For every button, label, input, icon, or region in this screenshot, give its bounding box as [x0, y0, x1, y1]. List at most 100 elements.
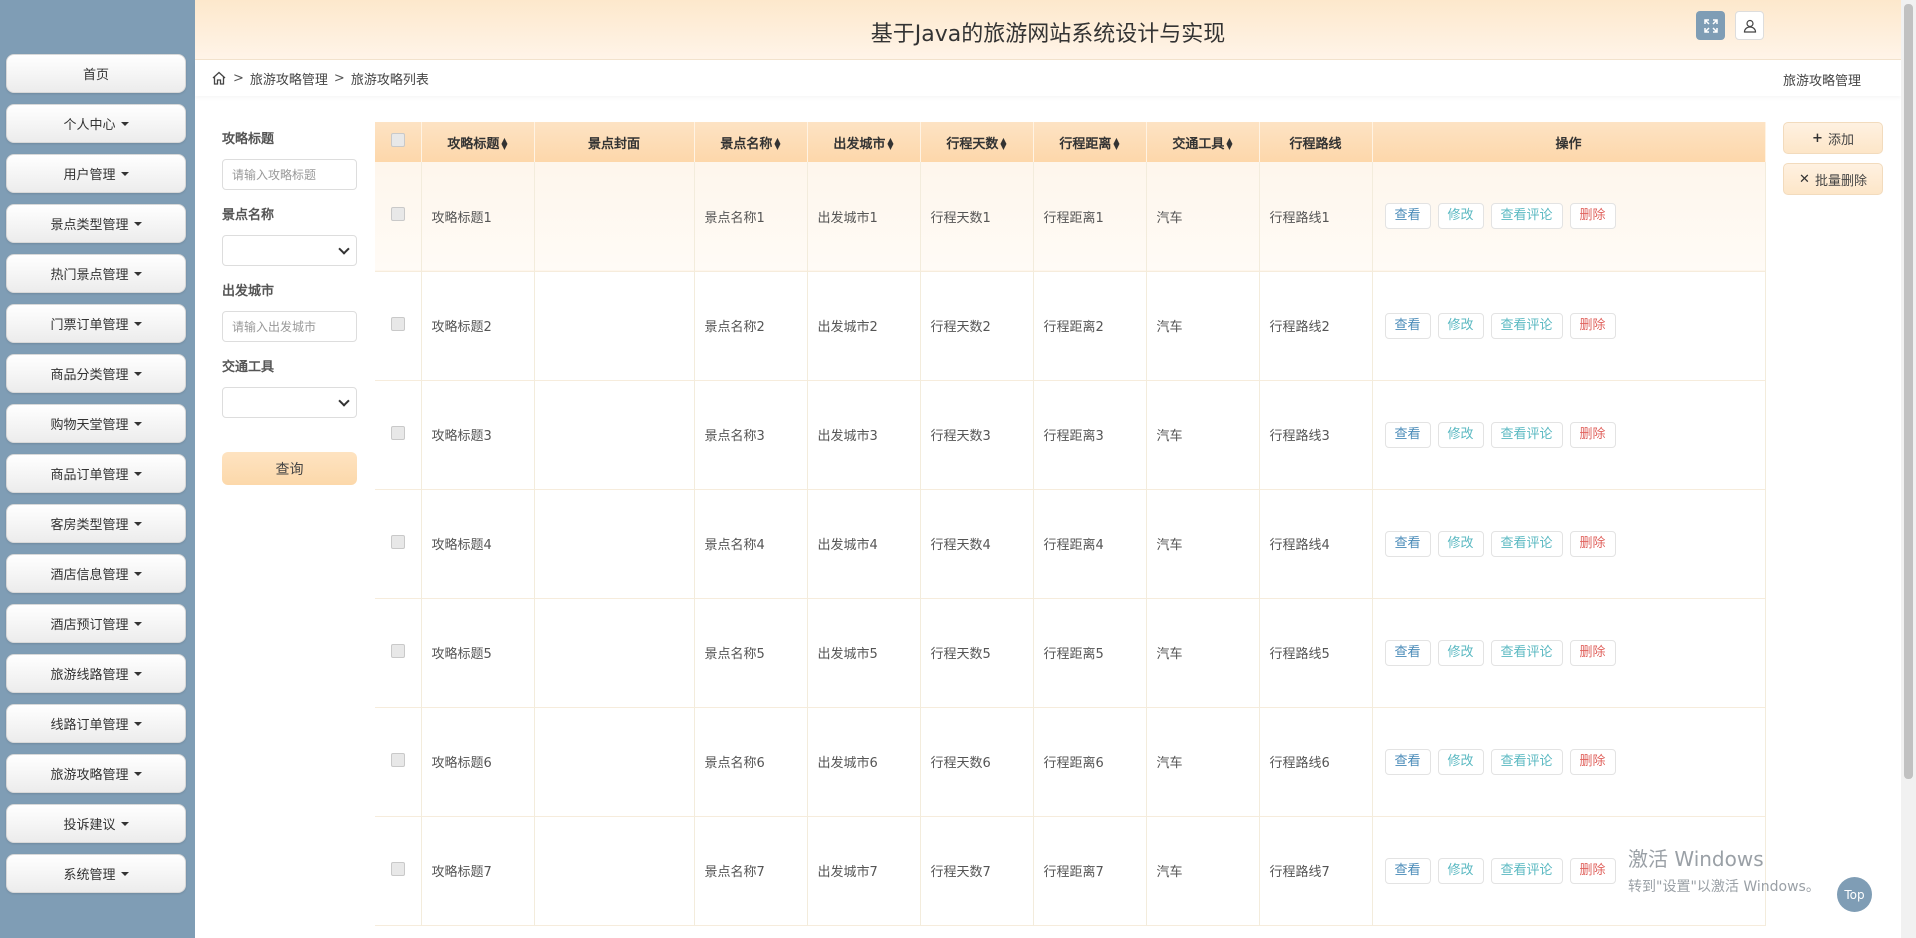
col-distance[interactable]: 行程距离 ▲ ▼ [1033, 122, 1147, 162]
spot-select[interactable] [222, 235, 357, 266]
sidebar-item[interactable]: 首页 [6, 54, 186, 93]
view-comments-button[interactable]: 查看评论 [1490, 421, 1563, 448]
sidebar-item[interactable]: 门票订单管理 [6, 304, 186, 343]
table-cell: 行程天数5 [920, 598, 1034, 707]
view-button[interactable]: 查看 [1384, 639, 1431, 666]
strategy-table: 攻略标题 ▲ ▼ 景点封面 景点名称 ▲ ▼ 出发城市 ▲ ▼ 行程天数 ▲ ▼ 行程距离 ▲ ▼ … [375, 122, 1766, 926]
col-spot[interactable]: 景点名称 ▲ ▼ [694, 122, 808, 162]
sidebar-item[interactable]: 系统管理 [6, 854, 186, 893]
edit-button[interactable]: 修改 [1437, 421, 1484, 448]
back-to-top-button[interactable]: Top [1837, 877, 1872, 912]
sort-icon: ▲ ▼ [1113, 136, 1120, 151]
sidebar-item[interactable]: 旅游线路管理 [6, 654, 186, 693]
col-route: 行程路线 [1259, 122, 1373, 162]
row-checkbox[interactable] [375, 271, 422, 380]
table-cell: 出发城市1 [807, 162, 921, 271]
row-checkbox[interactable] [375, 489, 422, 598]
breadcrumb-level1[interactable]: 旅游攻略管理 [250, 69, 328, 88]
row-actions: 查看 修改 查看评论 删除 [1372, 598, 1766, 707]
view-button[interactable]: 查看 [1384, 857, 1431, 884]
sidebar-item[interactable]: 景点类型管理 [6, 204, 186, 243]
row-actions: 查看 修改 查看评论 删除 [1372, 489, 1766, 598]
view-button[interactable]: 查看 [1384, 203, 1431, 230]
table-cell: 汽车 [1146, 707, 1260, 816]
user-button[interactable] [1735, 11, 1764, 40]
sidebar-item[interactable]: 商品订单管理 [6, 454, 186, 493]
table-cell: 行程距离5 [1033, 598, 1147, 707]
page-scrollbar[interactable] [1901, 0, 1916, 938]
view-button[interactable]: 查看 [1384, 312, 1431, 339]
table-cell: 行程天数2 [920, 271, 1034, 380]
sidebar-item[interactable]: 热门景点管理 [6, 254, 186, 293]
delete-button[interactable]: 删除 [1569, 203, 1616, 230]
sidebar-item[interactable]: 旅游攻略管理 [6, 754, 186, 793]
scrollbar-thumb[interactable] [1904, 4, 1913, 779]
sidebar-item[interactable]: 用户管理 [6, 154, 186, 193]
sidebar-item[interactable]: 酒店预订管理 [6, 604, 186, 643]
home-icon[interactable] [211, 70, 227, 86]
view-button[interactable]: 查看 [1384, 421, 1431, 448]
select-all-checkbox[interactable] [375, 122, 422, 162]
sidebar-item[interactable]: 投诉建议 [6, 804, 186, 843]
row-checkbox[interactable] [375, 162, 422, 271]
col-title[interactable]: 攻略标题 ▲ ▼ [421, 122, 535, 162]
table-row: 攻略标题5 景点名称5 出发城市5 行程天数5 行程距离5 汽车 行程路线5 查看 修改 查看评论… [375, 598, 1766, 707]
view-comments-button[interactable]: 查看评论 [1490, 312, 1563, 339]
edit-button[interactable]: 修改 [1437, 530, 1484, 557]
table-cell: 汽车 [1146, 816, 1260, 925]
view-comments-button[interactable]: 查看评论 [1490, 857, 1563, 884]
row-actions: 查看 修改 查看评论 删除 [1372, 271, 1766, 380]
sidebar-item-label: 旅游攻略管理 [50, 768, 129, 783]
batch-delete-button[interactable]: ✕ 批量删除 [1783, 163, 1883, 195]
sort-icon: ▲ ▼ [887, 136, 894, 151]
view-comments-button[interactable]: 查看评论 [1490, 530, 1563, 557]
city-search-input[interactable] [222, 311, 357, 342]
fullscreen-button[interactable] [1696, 11, 1725, 40]
sidebar-item[interactable]: 商品分类管理 [6, 354, 186, 393]
delete-button[interactable]: 删除 [1569, 748, 1616, 775]
row-checkbox[interactable] [375, 380, 422, 489]
delete-button[interactable]: 删除 [1569, 421, 1616, 448]
view-comments-button[interactable]: 查看评论 [1490, 203, 1563, 230]
table-cell: 出发城市6 [807, 707, 921, 816]
row-checkbox[interactable] [375, 598, 422, 707]
edit-button[interactable]: 修改 [1437, 857, 1484, 884]
view-button[interactable]: 查看 [1384, 530, 1431, 557]
row-actions: 查看 修改 查看评论 删除 [1372, 162, 1766, 271]
delete-button[interactable]: 删除 [1569, 639, 1616, 666]
col-transport[interactable]: 交通工具 ▲ ▼ [1146, 122, 1260, 162]
add-button[interactable]: + 添加 [1783, 122, 1883, 154]
delete-button[interactable]: 删除 [1569, 312, 1616, 339]
edit-button[interactable]: 修改 [1437, 748, 1484, 775]
delete-button[interactable]: 删除 [1569, 530, 1616, 557]
table-cell: 行程距离1 [1033, 162, 1147, 271]
view-comments-button[interactable]: 查看评论 [1490, 639, 1563, 666]
row-actions: 查看 修改 查看评论 删除 [1372, 707, 1766, 816]
search-panel: 攻略标题 景点名称 出发城市 交通工具 查询 [222, 128, 357, 485]
delete-button[interactable]: 删除 [1569, 857, 1616, 884]
view-button[interactable]: 查看 [1384, 748, 1431, 775]
edit-button[interactable]: 修改 [1437, 203, 1484, 230]
col-city[interactable]: 出发城市 ▲ ▼ [807, 122, 921, 162]
sidebar-item[interactable]: 客房类型管理 [6, 504, 186, 543]
col-days[interactable]: 行程天数 ▲ ▼ [920, 122, 1034, 162]
sidebar-item[interactable]: 酒店信息管理 [6, 554, 186, 593]
table-cell: 景点名称4 [694, 489, 808, 598]
table-cell: 行程路线2 [1259, 271, 1373, 380]
sidebar-item[interactable]: 线路订单管理 [6, 704, 186, 743]
close-icon: ✕ [1799, 171, 1810, 187]
caret-down-icon [133, 671, 142, 676]
sidebar-item[interactable]: 个人中心 [6, 104, 186, 143]
view-comments-button[interactable]: 查看评论 [1490, 748, 1563, 775]
title-search-input[interactable] [222, 159, 357, 190]
breadcrumb-level2: 旅游攻略列表 [350, 72, 429, 88]
row-checkbox[interactable] [375, 707, 422, 816]
table-cell: 出发城市7 [807, 816, 921, 925]
transport-select[interactable] [222, 387, 357, 418]
query-button[interactable]: 查询 [222, 452, 357, 485]
sidebar-item-label: 个人中心 [63, 118, 116, 133]
edit-button[interactable]: 修改 [1437, 312, 1484, 339]
edit-button[interactable]: 修改 [1437, 639, 1484, 666]
row-checkbox[interactable] [375, 816, 422, 925]
sidebar-item[interactable]: 购物天堂管理 [6, 404, 186, 443]
